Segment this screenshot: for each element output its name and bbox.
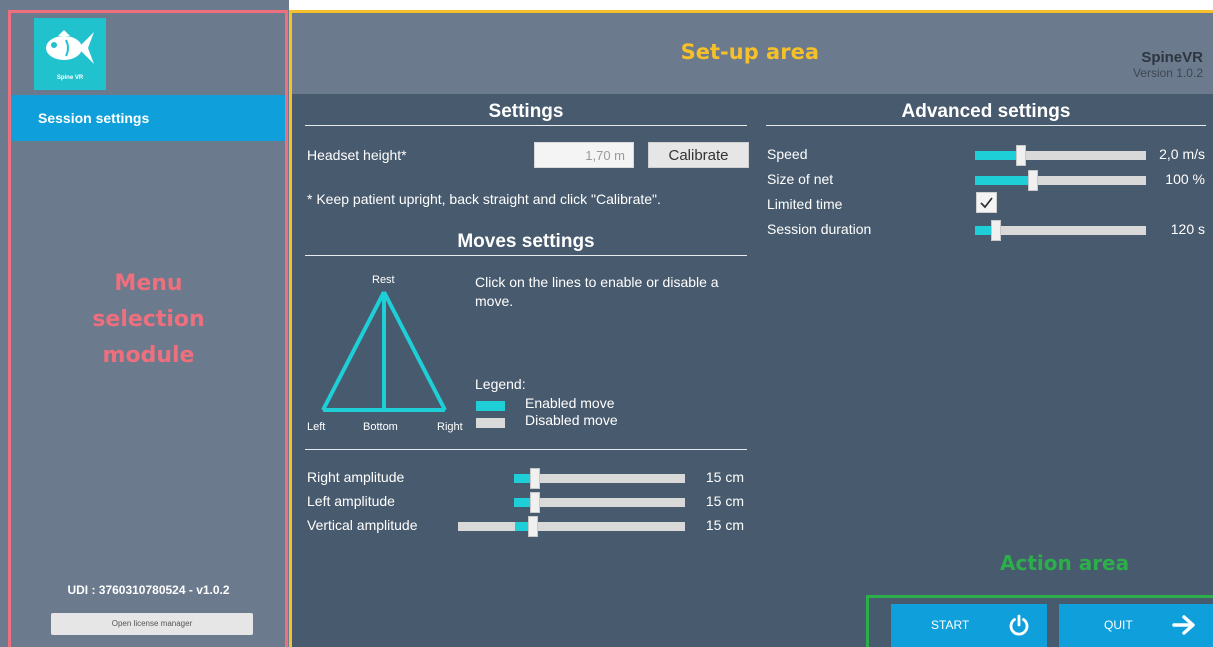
moves-instruction-line1: Click on the lines to enable or disable … <box>475 274 719 290</box>
slider-track <box>514 474 685 483</box>
divider <box>766 125 1206 126</box>
vertical-amplitude-slider[interactable] <box>458 516 685 537</box>
session-duration-label: Session duration <box>767 221 872 237</box>
divider <box>305 125 747 126</box>
action-area-annotation: Action area <box>1000 551 1130 575</box>
moves-triangle-diagram <box>321 291 447 412</box>
divider <box>305 449 747 450</box>
calibrate-note: * Keep patient upright, back straight an… <box>307 191 661 207</box>
app-name: SpineVR <box>1141 49 1203 66</box>
limited-time-checkbox[interactable] <box>976 192 997 213</box>
limited-time-label: Limited time <box>767 196 843 212</box>
vertical-amplitude-label: Vertical amplitude <box>307 517 418 533</box>
annotation-line: module <box>102 343 195 368</box>
advanced-settings-title: Advanced settings <box>901 101 1071 122</box>
left-amplitude-slider[interactable] <box>514 492 685 513</box>
annotation-line: selection <box>92 307 205 332</box>
session-duration-value: 120 s <box>1170 221 1205 237</box>
legend-disabled-label: Disabled move <box>525 412 618 428</box>
quit-button[interactable]: QUIT <box>1059 604 1213 647</box>
triangle-label-bottom: Bottom <box>363 421 398 433</box>
right-amplitude-value: 15 cm <box>705 469 744 485</box>
headset-height-field[interactable]: 1,70 m <box>534 142 634 168</box>
slider-thumb[interactable] <box>1028 170 1039 191</box>
legend-disabled-swatch <box>476 418 505 428</box>
left-amplitude-value: 15 cm <box>705 493 744 509</box>
slider-track <box>514 498 685 507</box>
speed-value: 2,0 m/s <box>1159 146 1205 162</box>
app-version: Version 1.0.2 <box>1132 66 1203 80</box>
quit-button-label: QUIT <box>1104 618 1133 632</box>
menu-selection-annotation: Menu selection module <box>11 266 286 374</box>
start-button[interactable]: START <box>891 604 1047 647</box>
speed-label: Speed <box>767 146 808 162</box>
slider-fill <box>975 151 1022 160</box>
move-line-right[interactable] <box>382 291 447 411</box>
divider <box>305 255 747 256</box>
udi-label: UDI : 3760310780524 - v1.0.2 <box>67 583 230 597</box>
legend-title: Legend: <box>475 376 526 392</box>
calibrate-button[interactable]: Calibrate <box>648 142 749 168</box>
logo-caption: Spine VR <box>56 75 84 81</box>
move-line-left[interactable] <box>321 291 386 411</box>
power-icon <box>1009 614 1029 636</box>
menu-item-session-settings[interactable]: Session settings <box>11 95 286 141</box>
speed-slider[interactable] <box>975 145 1146 166</box>
fish-icon <box>46 30 94 64</box>
left-amplitude-label: Left amplitude <box>307 493 395 509</box>
slider-thumb[interactable] <box>1016 145 1027 166</box>
triangle-label-left: Left <box>307 421 326 433</box>
slider-thumb[interactable] <box>529 492 540 513</box>
right-amplitude-label: Right amplitude <box>307 469 405 485</box>
triangle-label-rest: Rest <box>372 274 395 286</box>
slider-fill <box>975 176 1034 185</box>
headset-height-label: Headset height* <box>307 147 407 163</box>
annotation-line: Menu <box>114 271 183 296</box>
slider-thumb[interactable] <box>529 468 540 489</box>
moves-settings-title: Moves settings <box>457 231 595 252</box>
net-size-slider[interactable] <box>975 170 1146 191</box>
net-size-value: 100 % <box>1165 171 1205 187</box>
arrow-right-icon <box>1172 615 1195 635</box>
checkmark-icon <box>980 197 993 209</box>
slider-track <box>458 522 685 531</box>
header-bar: Set-up area SpineVR Version 1.0.2 <box>289 10 1213 94</box>
moves-instruction-line2: move. <box>475 293 514 309</box>
sidebar: Spine VR Session settings Menu selection… <box>0 0 289 647</box>
slider-thumb[interactable] <box>990 220 1001 241</box>
triangle-label-right: Right <box>437 421 463 433</box>
session-duration-slider[interactable] <box>975 220 1146 241</box>
setup-area-annotation: Set-up area <box>680 40 819 64</box>
vertical-amplitude-value: 15 cm <box>705 517 744 533</box>
net-size-label: Size of net <box>767 171 834 187</box>
settings-title: Settings <box>488 101 564 122</box>
app-logo: Spine VR <box>34 18 106 90</box>
open-license-manager-button[interactable]: Open license manager <box>51 613 253 635</box>
right-amplitude-slider[interactable] <box>514 468 685 489</box>
slider-track <box>975 226 1146 235</box>
legend-enabled-swatch <box>476 401 505 411</box>
main-panel: Set-up area SpineVR Version 1.0.2 Settin… <box>289 0 1213 647</box>
legend-enabled-label: Enabled move <box>525 395 615 411</box>
start-button-label: START <box>931 618 970 632</box>
slider-thumb[interactable] <box>527 516 538 537</box>
